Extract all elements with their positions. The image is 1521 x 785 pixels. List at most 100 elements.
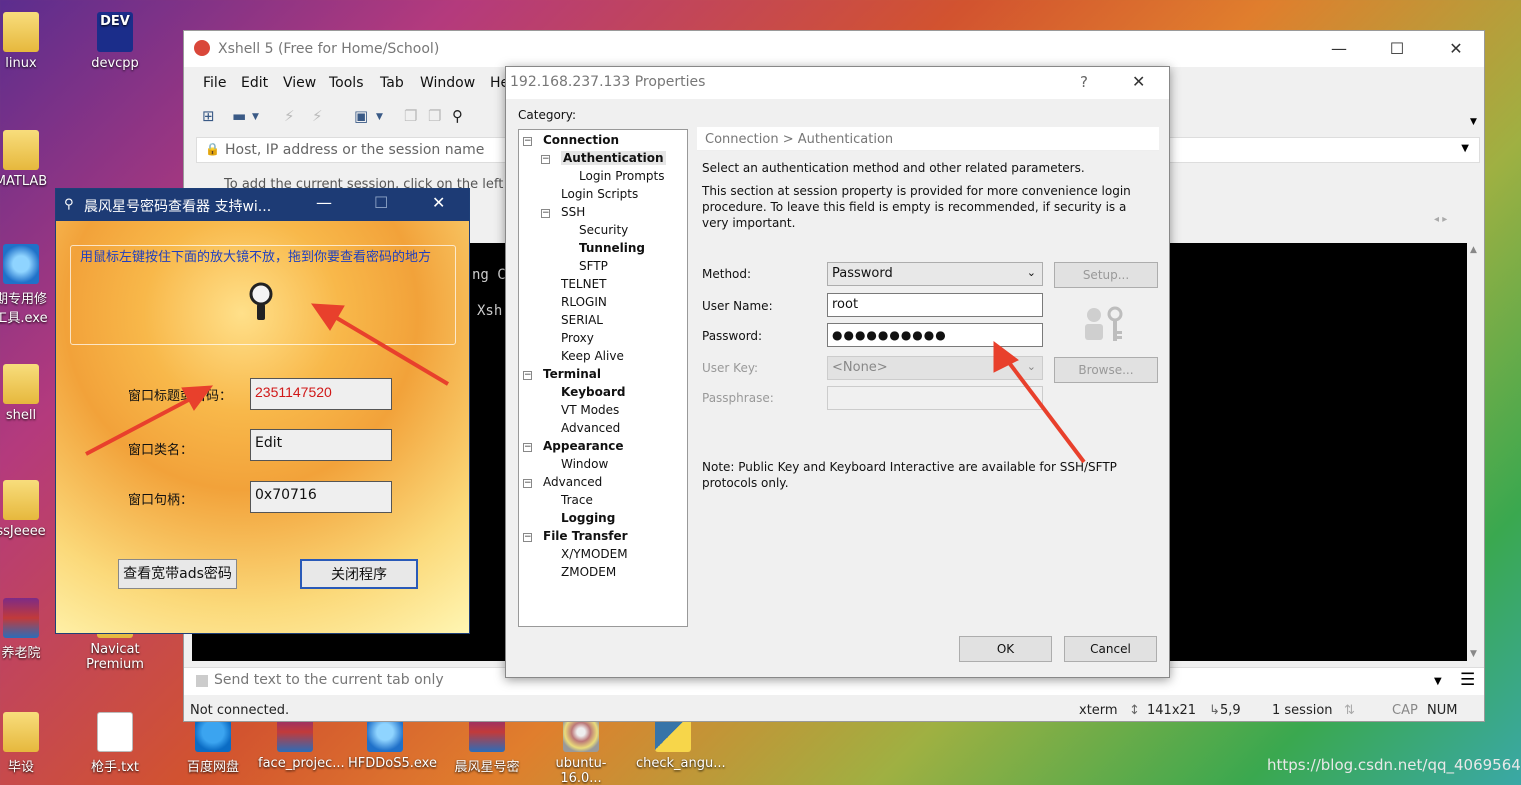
tree-toggle-icon[interactable]: −: [523, 533, 532, 542]
window-handle-field[interactable]: 0x70716: [250, 481, 392, 513]
tree-item[interactable]: VT Modes: [561, 403, 619, 417]
tree-item[interactable]: TELNET: [561, 277, 607, 291]
tree-item[interactable]: Advanced: [543, 475, 602, 489]
tree-item[interactable]: Keyboard: [561, 385, 626, 399]
desktop-icon[interactable]: 养老院: [0, 598, 58, 661]
menu-tools[interactable]: Tools: [329, 75, 364, 91]
maximize-button[interactable]: ☐: [1382, 37, 1412, 61]
close-button[interactable]: ✕: [1441, 37, 1471, 61]
tree-item[interactable]: Tunneling: [579, 241, 645, 255]
resize-icon: ↕: [1129, 703, 1140, 718]
menu-tab[interactable]: Tab: [380, 75, 404, 91]
tree-toggle-icon[interactable]: −: [523, 479, 532, 488]
dialog-title-bar[interactable]: 192.168.237.133 Properties ? ✕: [506, 67, 1169, 99]
scroll-down-icon[interactable]: ▼: [1470, 649, 1477, 659]
magnifier-icon[interactable]: [246, 281, 276, 325]
tree-item[interactable]: Trace: [561, 493, 593, 507]
cancel-button[interactable]: Cancel: [1064, 636, 1157, 662]
desktop-icon[interactable]: 枪手.txt: [78, 712, 152, 775]
password-field[interactable]: ●●●●●●●●●●: [827, 323, 1043, 347]
session-count: 1 session: [1272, 703, 1333, 718]
terminal-scrollbar[interactable]: ▲ ▼: [1467, 243, 1483, 661]
menu-window[interactable]: Window: [420, 75, 475, 91]
tree-item[interactable]: X/YMODEM: [561, 547, 628, 561]
new-session-icon[interactable]: ⊞: [202, 107, 222, 125]
chevron-down-icon[interactable]: ▼: [252, 112, 272, 130]
tree-toggle-icon[interactable]: −: [541, 155, 550, 164]
tree-item[interactable]: Proxy: [561, 331, 594, 345]
tree-item[interactable]: Advanced: [561, 421, 620, 435]
xshell-title-bar[interactable]: Xshell 5 (Free for Home/School) — ☐ ✕: [184, 31, 1484, 67]
terminal-line: Xsh: [477, 303, 503, 319]
connection-status: Not connected.: [190, 703, 290, 718]
maximize-button: ☐: [374, 193, 389, 212]
folder-icon: [3, 364, 39, 404]
session-properties-dialog: 192.168.237.133 Properties ? ✕ Category:…: [505, 66, 1170, 678]
tree-item[interactable]: RLOGIN: [561, 295, 607, 309]
desktop-icon[interactable]: 毕设: [0, 712, 58, 775]
desktop-icon[interactable]: DEV devcpp: [78, 12, 152, 71]
desktop-icon[interactable]: ssJeeee: [0, 480, 58, 539]
class-name-field[interactable]: Edit: [250, 429, 392, 461]
userkey-value: <None>: [832, 360, 888, 375]
tree-item[interactable]: Security: [579, 223, 628, 237]
chevron-down-icon[interactable]: ▼: [1434, 676, 1442, 687]
toolbar-overflow-icon[interactable]: ▼: [1470, 117, 1477, 127]
menu-edit[interactable]: Edit: [241, 75, 268, 91]
help-button[interactable]: ?: [1080, 73, 1088, 91]
dialog-close-button[interactable]: ✕: [1132, 72, 1145, 91]
scroll-up-icon[interactable]: ▲: [1470, 245, 1477, 255]
viewer-title-bar[interactable]: ⚲ 晨风星号密码查看器 支持wi... — ☐ ✕: [56, 189, 469, 221]
tree-toggle-icon[interactable]: −: [523, 137, 532, 146]
properties-icon[interactable]: ▣: [354, 107, 374, 125]
tree-item[interactable]: Terminal: [543, 367, 601, 381]
tab-scroll-icon[interactable]: ◂ ▸: [1434, 214, 1447, 225]
ok-button[interactable]: OK: [959, 636, 1052, 662]
tree-toggle-icon[interactable]: −: [523, 443, 532, 452]
desktop-icon[interactable]: linux: [0, 12, 58, 71]
method-select[interactable]: Password ⌄: [827, 262, 1043, 286]
menu-icon[interactable]: ☰: [1460, 670, 1475, 690]
tree-item[interactable]: SERIAL: [561, 313, 603, 327]
tree-item[interactable]: ZMODEM: [561, 565, 616, 579]
folder-icon: [3, 12, 39, 52]
username-field[interactable]: root: [827, 293, 1043, 317]
window-handle-label: 窗口句柄：: [128, 493, 194, 508]
tree-item[interactable]: Window: [561, 457, 608, 471]
minimize-button[interactable]: —: [1324, 37, 1354, 61]
chevron-down-icon[interactable]: ▼: [1461, 143, 1469, 154]
close-button[interactable]: ✕: [432, 193, 445, 212]
password-label: Password:: [702, 329, 763, 343]
passphrase-field: [827, 386, 1043, 410]
desktop-icon[interactable]: 期专用修 工具.exe: [0, 244, 58, 326]
tree-item[interactable]: File Transfer: [543, 529, 628, 543]
tree-item[interactable]: Appearance: [543, 439, 624, 453]
watermark: https://blog.csdn.net/qq_40695642: [1267, 756, 1521, 774]
setup-button[interactable]: Setup...: [1054, 262, 1158, 288]
description-text: This section at session property is prov…: [702, 184, 1131, 230]
desktop-icon[interactable]: ubuntu-16.0...: [544, 712, 618, 785]
note-text: Note: Public Key and Keyboard Interactiv…: [702, 460, 1117, 490]
close-program-button[interactable]: 关闭程序: [300, 559, 418, 589]
menu-view[interactable]: View: [283, 75, 316, 91]
menu-file[interactable]: File: [203, 75, 226, 91]
open-folder-icon[interactable]: ▬: [232, 107, 252, 125]
view-adsl-password-button[interactable]: 查看宽带ads密码: [118, 559, 237, 589]
tree-toggle-icon[interactable]: −: [541, 209, 550, 218]
desktop-icon[interactable]: MATLAB: [0, 130, 58, 189]
tree-item[interactable]: Login Scripts: [561, 187, 638, 201]
tree-item[interactable]: Connection: [543, 133, 619, 147]
tree-item[interactable]: SFTP: [579, 259, 608, 273]
tree-item[interactable]: Logging: [561, 511, 615, 525]
minimize-button[interactable]: —: [316, 193, 332, 212]
tree-item[interactable]: Keep Alive: [561, 349, 624, 363]
desktop-icon[interactable]: shell: [0, 364, 58, 423]
tree-toggle-icon[interactable]: −: [523, 371, 532, 380]
find-icon[interactable]: ⚲: [452, 107, 472, 125]
tree-item[interactable]: SSH: [561, 205, 585, 219]
tree-item[interactable]: Authentication: [561, 151, 666, 165]
title-password-field[interactable]: 2351147520: [250, 378, 392, 410]
chevron-down-icon[interactable]: ▼: [376, 112, 396, 130]
tree-item[interactable]: Login Prompts: [579, 169, 665, 183]
user-key-icon: [1082, 305, 1126, 345]
